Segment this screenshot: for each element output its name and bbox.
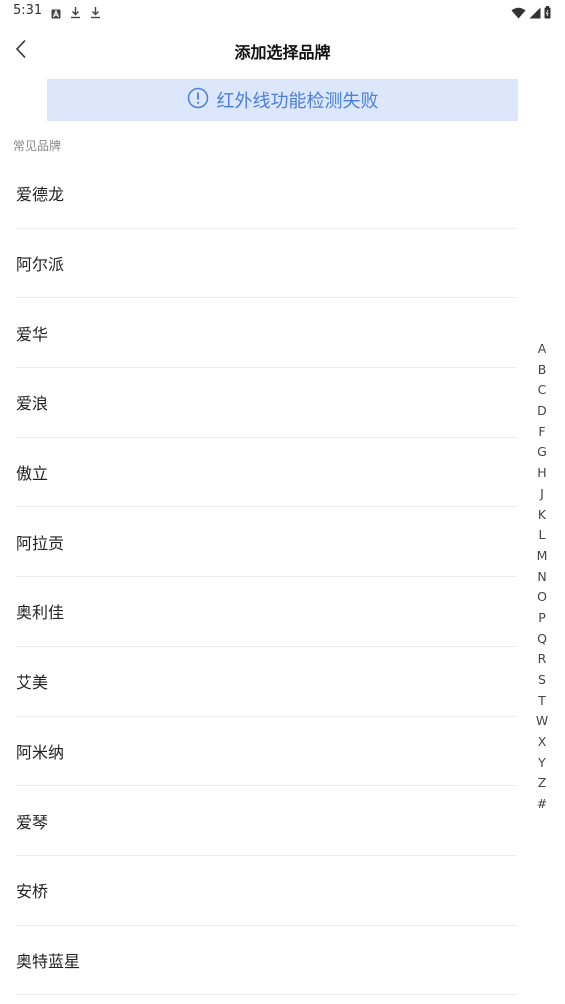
alphabet-index-letter[interactable]: L: [530, 525, 554, 546]
alphabet-index-letter[interactable]: Z: [530, 773, 554, 794]
battery-icon: [544, 4, 551, 23]
brand-name: 爱琴: [16, 812, 49, 832]
alphabet-index-letter[interactable]: F: [530, 422, 554, 443]
status-icons-left: [51, 4, 101, 23]
alphabet-index-letter[interactable]: O: [530, 587, 554, 608]
brand-list-item[interactable]: 艾美: [16, 647, 516, 717]
alphabet-index-letter[interactable]: K: [530, 505, 554, 526]
brand-name: 爱华: [16, 324, 49, 344]
alphabet-index-letter[interactable]: N: [530, 567, 554, 588]
brand-name: 奥利佳: [16, 603, 65, 623]
brand-list-item[interactable]: 阿拉贡: [16, 507, 516, 578]
brand-list-item[interactable]: 傲立: [16, 438, 516, 508]
wifi-icon: [511, 4, 526, 23]
brand-name: 阿尔派: [16, 255, 65, 275]
alphabet-index-letter[interactable]: A: [530, 339, 554, 360]
brand-name: 阿拉贡: [16, 533, 65, 553]
ir-failure-banner: 红外线功能检测失败: [47, 79, 518, 121]
status-icons-right: [511, 4, 551, 23]
brand-list-item[interactable]: 阿米纳: [16, 717, 516, 787]
header: 添加选择品牌: [0, 30, 565, 72]
brand-name: 安桥: [16, 882, 49, 902]
alphabet-index-letter[interactable]: P: [530, 608, 554, 629]
alphabet-index-letter[interactable]: Q: [530, 629, 554, 650]
download-icon: [70, 4, 81, 23]
alphabet-index-letter[interactable]: S: [530, 670, 554, 691]
brand-list-item[interactable]: 爱琴: [16, 786, 516, 856]
signal-icon: [529, 4, 541, 23]
brand-list-item[interactable]: 奥特蓝星: [16, 926, 516, 996]
alphabet-index-letter[interactable]: X: [530, 732, 554, 753]
alphabet-index-letter[interactable]: J: [530, 484, 554, 505]
alphabet-index-letter[interactable]: M: [530, 546, 554, 567]
alphabet-index-letter[interactable]: Y: [530, 753, 554, 774]
brand-name: 爱浪: [16, 394, 49, 414]
brand-list-item[interactable]: 爱华: [16, 298, 516, 369]
brand-name: 艾美: [16, 673, 49, 693]
brand-name: 奥特蓝星: [16, 951, 81, 971]
info-circle-icon: [187, 87, 209, 113]
brand-list-item[interactable]: 爱德龙: [16, 159, 516, 229]
alphabet-index-letter[interactable]: H: [530, 463, 554, 484]
alphabet-index-letter[interactable]: W: [530, 711, 554, 732]
banner-text: 红外线功能检测失败: [216, 91, 379, 112]
alphabet-index-letter[interactable]: C: [530, 380, 554, 401]
brand-list-item[interactable]: 奥利佳: [16, 577, 516, 647]
brand-name: 傲立: [16, 464, 49, 484]
alphabet-index-letter[interactable]: G: [530, 442, 554, 463]
download-icon: [90, 4, 101, 23]
brand-list: 爱德龙阿尔派爱华爱浪傲立阿拉贡奥利佳艾美阿米纳爱琴安桥奥特蓝星: [0, 159, 530, 996]
alphabet-index[interactable]: A B C D F G H J K L M N O P Q R S T W X Y Z #: [530, 339, 554, 815]
alphabet-index-letter[interactable]: D: [530, 401, 554, 422]
status-bar: 5:31: [0, 0, 565, 24]
a-box-icon: [51, 4, 61, 23]
brand-list-item[interactable]: 爱浪: [16, 368, 516, 438]
alphabet-index-letter[interactable]: B: [530, 360, 554, 381]
status-time: 5:31: [13, 3, 43, 18]
page-title: 添加选择品牌: [234, 43, 331, 62]
alphabet-index-letter[interactable]: #: [530, 794, 554, 815]
brand-list-item[interactable]: 阿尔派: [16, 229, 516, 299]
brand-list-item[interactable]: 安桥: [16, 856, 516, 926]
section-label: 常见品牌: [13, 139, 62, 153]
alphabet-index-letter[interactable]: R: [530, 649, 554, 670]
brand-name: 爱德龙: [16, 185, 65, 205]
brand-name: 阿米纳: [16, 742, 65, 762]
alphabet-index-letter[interactable]: T: [530, 691, 554, 712]
